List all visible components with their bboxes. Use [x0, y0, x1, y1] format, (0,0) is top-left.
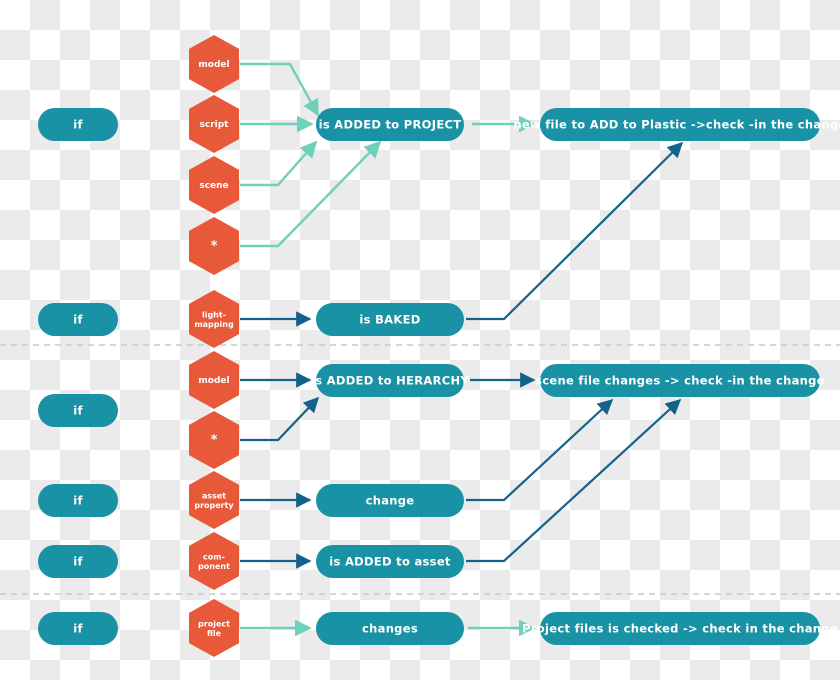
hex-model-1[interactable]: model — [189, 35, 239, 93]
outcome-project-file-label: Project files is checked -> check in the… — [522, 622, 838, 636]
outcome-pills: new file to ADD to Plastic ->check -in t… — [513, 108, 840, 645]
hex-component[interactable]: com-ponent — [189, 532, 239, 590]
outcome-new-file-label: new file to ADD to Plastic ->check -in t… — [513, 118, 840, 132]
action-change-label: change — [366, 494, 415, 508]
workflow-diagram: if if if if if if model script scene * light-mapp… — [0, 35, 840, 657]
action-changes[interactable]: changes — [316, 612, 464, 645]
hex-model-1-label-line-1: model — [198, 60, 229, 70]
action-is-baked-label: is BAKED — [359, 313, 420, 327]
conn-asset-to-scenefile — [466, 398, 682, 563]
hex-wildcard-1-label-line-1: * — [211, 239, 218, 254]
outcome-scene-file-label: scene file changes -> check -in the chan… — [535, 374, 825, 388]
conn-change-to-scenefile — [466, 398, 614, 502]
hex-lightmapping-label-line-2: mapping — [194, 320, 234, 329]
if-5[interactable]: if — [38, 545, 118, 578]
action-added-to-asset-label: is ADDED to asset — [329, 555, 451, 569]
if-3[interactable]: if — [38, 394, 118, 427]
conn-baked-to-newfile — [466, 141, 684, 321]
hex-model-2[interactable]: model — [189, 351, 239, 409]
action-added-to-herarchy[interactable]: is ADDED to HERARCHY — [311, 364, 469, 397]
entity-hexagons: model script scene * light-mapping model * asse… — [189, 35, 239, 657]
outcome-scene-file[interactable]: scene file changes -> check -in the chan… — [535, 364, 825, 397]
hex-asset-property-label-line-2: property — [194, 501, 234, 510]
hex-project-file-label-line-1: project — [198, 619, 230, 628]
hex-scene[interactable]: scene — [189, 156, 239, 214]
if-2-label: if — [73, 313, 83, 327]
action-changes-label: changes — [362, 622, 418, 636]
condition-pills: if if if if if if — [38, 108, 118, 645]
action-added-to-project-label: is ADDED to PROJECT — [319, 118, 462, 132]
outcome-new-file[interactable]: new file to ADD to Plastic ->check -in t… — [513, 108, 840, 141]
hex-component-label-line-1: com- — [203, 552, 225, 561]
action-added-to-project[interactable]: is ADDED to PROJECT — [316, 108, 464, 141]
hex-asset-property-label-line-1: asset — [202, 491, 226, 500]
hex-script[interactable]: script — [189, 95, 239, 153]
if-6-label: if — [73, 622, 83, 636]
hex-model-2-label-line-1: model — [198, 376, 229, 386]
action-added-to-asset[interactable]: is ADDED to asset — [316, 545, 464, 578]
hex-wildcard-2[interactable]: * — [189, 411, 239, 469]
conn-wildcard2-to-herarchy — [240, 396, 320, 442]
if-1-label: if — [73, 118, 83, 132]
conn-scene-to-project — [240, 140, 318, 187]
if-6[interactable]: if — [38, 612, 118, 645]
hex-component-label-line-2: ponent — [198, 562, 230, 571]
action-added-to-herarchy-label: is ADDED to HERARCHY — [311, 374, 469, 388]
diagram-canvas: if if if if if if model script scene * light-mapp… — [0, 0, 840, 680]
hex-project-file[interactable]: projectfile — [189, 599, 239, 657]
action-is-baked[interactable]: is BAKED — [316, 303, 464, 336]
conn-wildcard1-to-project — [240, 140, 382, 248]
hex-asset-property[interactable]: assetproperty — [189, 471, 239, 529]
if-5-label: if — [73, 555, 83, 569]
hex-script-label-line-1: script — [200, 120, 230, 130]
outcome-project-file[interactable]: Project files is checked -> check in the… — [522, 612, 838, 645]
hex-scene-label-line-1: scene — [199, 181, 228, 191]
if-2[interactable]: if — [38, 303, 118, 336]
hex-wildcard-2-label-line-1: * — [211, 433, 218, 448]
hex-lightmapping[interactable]: light-mapping — [189, 290, 239, 348]
if-4-label: if — [73, 494, 83, 508]
hex-project-file-label-line-2: file — [207, 629, 222, 638]
if-1[interactable]: if — [38, 108, 118, 141]
hex-wildcard-1[interactable]: * — [189, 217, 239, 275]
action-change[interactable]: change — [316, 484, 464, 517]
connector-arrows — [240, 62, 684, 637]
if-4[interactable]: if — [38, 484, 118, 517]
conn-model1-to-project — [240, 62, 320, 117]
hex-lightmapping-label-line-1: light- — [202, 310, 226, 319]
if-3-label: if — [73, 404, 83, 418]
